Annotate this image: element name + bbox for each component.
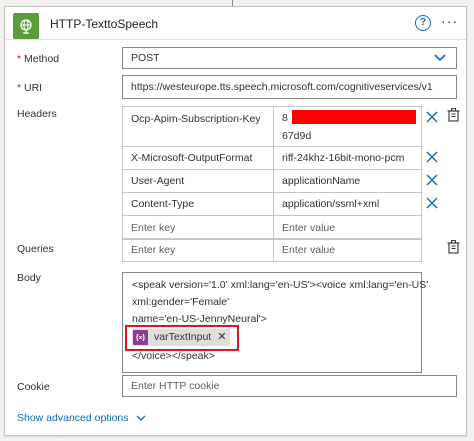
header-value-input[interactable]: riff-24khz-16bit-mono-pcm (274, 147, 421, 169)
method-value: POST (131, 52, 160, 64)
chevron-down-icon (434, 54, 446, 62)
action-title[interactable]: HTTP-TexttoSpeech (50, 17, 158, 31)
header-value-line2: 67d9d (282, 129, 312, 142)
close-icon[interactable] (426, 151, 438, 163)
show-advanced-options-link[interactable]: Show advanced options (17, 412, 146, 424)
body-line: <speak version='1.0' xml:lang='en-US'><v… (132, 279, 429, 291)
header-value-input[interactable]: Enter value (274, 216, 421, 239)
advanced-link-label: Show advanced options (17, 412, 129, 424)
body-line: xml:gender='Female' (132, 296, 230, 308)
close-icon[interactable] (426, 174, 438, 186)
close-icon[interactable] (426, 111, 438, 123)
headers-label: Headers (17, 108, 57, 120)
help-icon[interactable]: ? (415, 15, 431, 31)
table-row: X-Microsoft-OutputFormat riff-24khz-16bi… (123, 147, 421, 170)
header-key-input[interactable]: User-Agent (123, 170, 274, 192)
header-value-input[interactable]: application/ssml+xml (274, 193, 421, 215)
table-row: Content-Type application/ssml+xml (123, 193, 421, 216)
method-dropdown[interactable]: POST (122, 47, 457, 69)
query-key-input[interactable]: Enter key (123, 239, 274, 261)
table-row: Enter key Enter value (123, 239, 421, 261)
body-input[interactable]: <speak version='1.0' xml:lang='en-US'><v… (122, 272, 429, 373)
queries-table: Enter key Enter value (122, 238, 422, 262)
header-value-line1: 8 (282, 111, 288, 124)
table-row: Enter key Enter value (123, 216, 421, 239)
header-key-input[interactable]: Enter key (123, 216, 274, 239)
http-action-card: HTTP-TexttoSpeech ? ··· * Method POST * … (4, 6, 467, 436)
header-key-input[interactable]: Ocp-Apim-Subscription-Key (123, 107, 274, 146)
body-label: Body (17, 272, 41, 284)
header-value-input[interactable]: applicationName (274, 170, 421, 192)
cookie-input[interactable]: Enter HTTP cookie (122, 375, 457, 397)
cookie-label: Cookie (17, 381, 50, 393)
close-icon[interactable] (426, 197, 438, 209)
header-key-input[interactable]: X-Microsoft-OutputFormat (123, 147, 274, 169)
table-row: User-Agent applicationName (123, 170, 421, 193)
uri-input[interactable]: https://westeurope.tts.speech.microsoft.… (122, 75, 457, 99)
uri-value: https://westeurope.tts.speech.microsoft.… (131, 81, 433, 93)
annotation-highlight (125, 325, 239, 351)
more-options-icon[interactable]: ··· (441, 13, 458, 29)
method-label: * Method (17, 53, 60, 65)
switch-to-text-mode-icon[interactable] (447, 240, 460, 254)
query-value-input[interactable]: Enter value (274, 239, 421, 261)
chevron-down-icon (136, 415, 145, 421)
queries-label: Queries (17, 243, 54, 255)
uri-label: * URI (17, 82, 43, 94)
headers-table: Ocp-Apim-Subscription-Key 8 67d9d X-Micr… (122, 106, 422, 240)
header-key-input[interactable]: Content-Type (123, 193, 274, 215)
action-header[interactable]: HTTP-TexttoSpeech ? ··· (5, 7, 466, 40)
redaction-bar (292, 110, 416, 124)
globe-icon (13, 13, 39, 39)
switch-to-text-mode-icon[interactable] (447, 108, 460, 122)
